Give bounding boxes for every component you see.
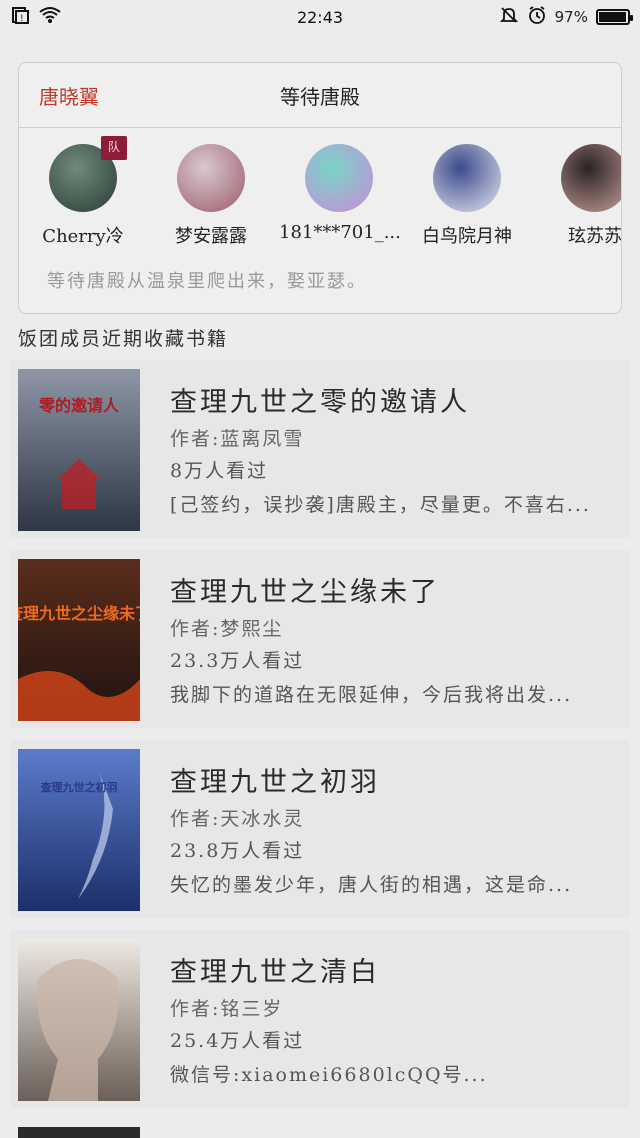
book-author: 作者:梦熙尘 [170, 618, 284, 640]
book-views: 23.8万人看过 [170, 840, 305, 862]
notification-icon: ! [10, 5, 30, 29]
member-item[interactable]: 181***701_... [279, 144, 399, 243]
avatar[interactable] [177, 144, 245, 212]
book-cover[interactable]: 零的邀请人 [18, 369, 140, 531]
book-cover[interactable]: 查理九世之初羽 [18, 749, 140, 911]
member-name: Cherry冷 [42, 226, 124, 247]
member-name: 181***701_... [279, 222, 399, 243]
member-name: 梦安露露 [175, 226, 247, 247]
avatar[interactable] [561, 144, 621, 212]
member-item[interactable]: 白鸟院月神 [407, 144, 527, 248]
member-list: 队 Cherry冷 梦安露露 181***701_... 白鸟院月神 玹苏苏 [19, 128, 621, 258]
battery-icon [595, 9, 633, 25]
team-header: 唐晓翼 等待唐殿 [19, 63, 621, 128]
book-cover[interactable]: 查理九世之尘缘未了 [18, 559, 140, 721]
battery-percent: 97% [554, 8, 588, 26]
book-item[interactable]: 查理九世之尘缘未了 查理九世之尘缘未了 作者:梦熙尘 23.3万人看过 我脚下的… [10, 550, 630, 728]
book-title[interactable]: 查理九世之尘缘未了 [170, 570, 440, 609]
book-item[interactable]: 零的邀请人 查理九世之零的邀请人 作者:蓝离凤雪 8万人看过 [己签约，误抄袭]… [10, 360, 630, 538]
leader-badge: 队 [101, 136, 127, 160]
avatar[interactable] [305, 144, 373, 212]
book-views: 23.3万人看过 [170, 650, 305, 672]
section-title: 饭团成员近期收藏书籍 [18, 328, 229, 350]
book-description: [己签约，误抄袭]唐殿主，尽量更。不喜右... [170, 494, 591, 516]
alarm-icon [527, 5, 547, 29]
battery-fill [598, 12, 627, 22]
book-author: 作者:铭三岁 [170, 998, 284, 1020]
book-views: 8万人看过 [170, 460, 269, 482]
book-author: 作者:蓝离凤雪 [170, 428, 305, 450]
member-item[interactable]: 队 Cherry冷 [23, 136, 143, 248]
cover-title-text: 零的邀请人 [38, 396, 120, 415]
book-description: 失忆的墨发少年，唐人街的相遇，这是命... [170, 874, 573, 896]
avatar[interactable]: 队 [49, 136, 127, 212]
status-bar: ! 22:43 97% [0, 0, 640, 34]
book-views: 25.4万人看过 [170, 1030, 305, 1052]
book-cover[interactable] [18, 939, 140, 1101]
book-title[interactable]: 查理九世之初羽 [170, 760, 380, 799]
team-card[interactable]: 唐晓翼 等待唐殿 队 Cherry冷 梦安露露 181***701_... 白鸟… [18, 62, 622, 314]
book-item[interactable]: 查理九世之初羽 查理九世之初羽 作者:天冰水灵 23.8万人看过 失忆的墨发少年… [10, 740, 630, 918]
wifi-icon [38, 5, 62, 29]
book-description: 我脚下的道路在无限延伸，今后我将出发... [170, 684, 573, 706]
book-description: 微信号:xiaomei6680lcQQ号... [170, 1064, 488, 1086]
team-description: 等待唐殿从温泉里爬出来，娶亚瑟。 [47, 271, 367, 292]
member-name: 白鸟院月神 [422, 226, 512, 247]
svg-text:!: ! [20, 14, 24, 24]
avatar[interactable] [433, 144, 501, 212]
book-item[interactable]: 查理九世之清白 作者:铭三岁 25.4万人看过 微信号:xiaomei6680l… [10, 930, 630, 1108]
book-title[interactable]: 查理九世之清白 [170, 950, 380, 989]
member-item[interactable]: 玹苏苏 [535, 144, 621, 248]
next-book-cover-peek[interactable] [18, 1127, 140, 1138]
status-time: 22:43 [296, 7, 344, 27]
book-author: 作者:天冰水灵 [170, 808, 305, 830]
book-title[interactable]: 查理九世之零的邀请人 [170, 380, 470, 419]
status-right: 97% [410, 5, 633, 29]
cover-title-text: 查理九世之尘缘未了 [18, 604, 140, 623]
cover-title-text: 查理九世之初羽 [41, 780, 118, 794]
mute-bell-icon [499, 5, 519, 29]
member-name: 玹苏苏 [568, 226, 621, 247]
member-item[interactable]: 梦安露露 [151, 144, 271, 248]
team-leader-name: 等待唐殿 [280, 84, 360, 109]
status-left: ! [10, 5, 230, 29]
